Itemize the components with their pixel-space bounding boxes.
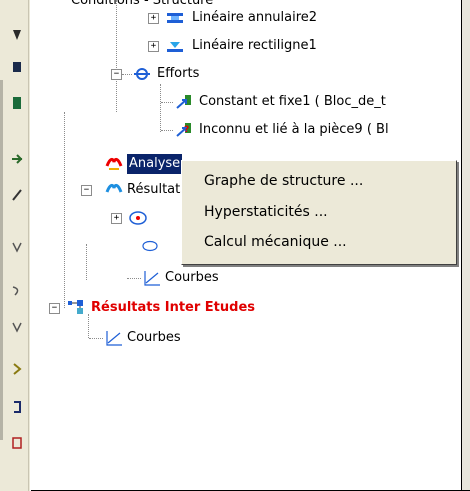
tool-icon-3[interactable] — [11, 96, 23, 110]
collapse-button[interactable]: − — [81, 185, 92, 196]
tree-header-partial: Conditions - Structure — [71, 0, 214, 8]
tree-right-border — [461, 0, 470, 491]
tree-node-label: Efforts — [157, 66, 200, 81]
tree-connector — [86, 244, 87, 280]
results-icon — [105, 183, 123, 193]
tree-connector — [88, 314, 89, 338]
tree-node-label: Constant et fixe1 ( Bloc_de_t — [199, 94, 386, 109]
tree-node-label: Résultats Inter Etudes — [91, 300, 256, 315]
expand-button[interactable]: + — [148, 41, 159, 52]
tool-icon-6[interactable] — [11, 240, 23, 254]
tree-node-label: Analyse — [127, 154, 183, 174]
curves-icon — [106, 331, 122, 346]
tree-connector — [64, 112, 65, 308]
unknown-force-icon: ? — [176, 123, 191, 137]
tree-node-label: Linéaire annulaire2 — [192, 10, 318, 25]
svg-text:?: ? — [184, 125, 189, 135]
context-menu: Graphe de structure ... Hyperstaticités … — [181, 160, 457, 265]
toolbar-divider — [0, 80, 3, 440]
deformation-icon — [142, 240, 158, 252]
ellipse-icon — [129, 211, 147, 225]
tool-icon-11[interactable] — [11, 436, 23, 450]
tool-icon-5[interactable] — [11, 188, 23, 202]
force-arrow-icon — [176, 95, 191, 109]
analysis-icon — [105, 157, 123, 170]
tool-icon-1[interactable] — [11, 28, 23, 42]
tool-icon-2[interactable] — [11, 60, 23, 74]
tool-icon-7[interactable] — [11, 284, 23, 298]
linear-support-icon — [167, 13, 183, 23]
menu-item-hyperstaticites[interactable]: Hyperstaticités ... — [204, 201, 328, 223]
curves-icon — [144, 271, 160, 286]
collapse-button[interactable]: − — [49, 303, 60, 314]
tree-node-label: Courbes — [165, 270, 219, 285]
inter-study-results-icon — [68, 300, 83, 314]
tree-node-label: Courbes — [127, 330, 181, 345]
tool-icon-10[interactable] — [11, 400, 23, 414]
tree-node-label: Linéaire rectiligne1 — [192, 38, 317, 53]
tree-connector — [160, 84, 161, 132]
expand-button[interactable]: + — [111, 213, 122, 224]
tree-node-label: Résultats — [127, 182, 188, 197]
linear-support-icon — [167, 42, 183, 52]
forces-icon — [134, 68, 150, 80]
left-toolbar — [0, 0, 30, 491]
collapse-button[interactable]: − — [111, 69, 122, 80]
tool-icon-8[interactable] — [11, 320, 23, 334]
tool-icon-9[interactable] — [11, 362, 23, 376]
menu-item-graphe-structure[interactable]: Graphe de structure ... — [204, 170, 363, 192]
menu-item-calcul-mecanique[interactable]: Calcul mécanique ... — [204, 231, 347, 253]
tree-node-label: Inconnu et lié à la pièce9 ( Bl — [199, 122, 389, 137]
tool-icon-4[interactable] — [11, 152, 23, 166]
expand-button[interactable]: + — [148, 13, 159, 24]
tree-connector — [116, 0, 117, 112]
